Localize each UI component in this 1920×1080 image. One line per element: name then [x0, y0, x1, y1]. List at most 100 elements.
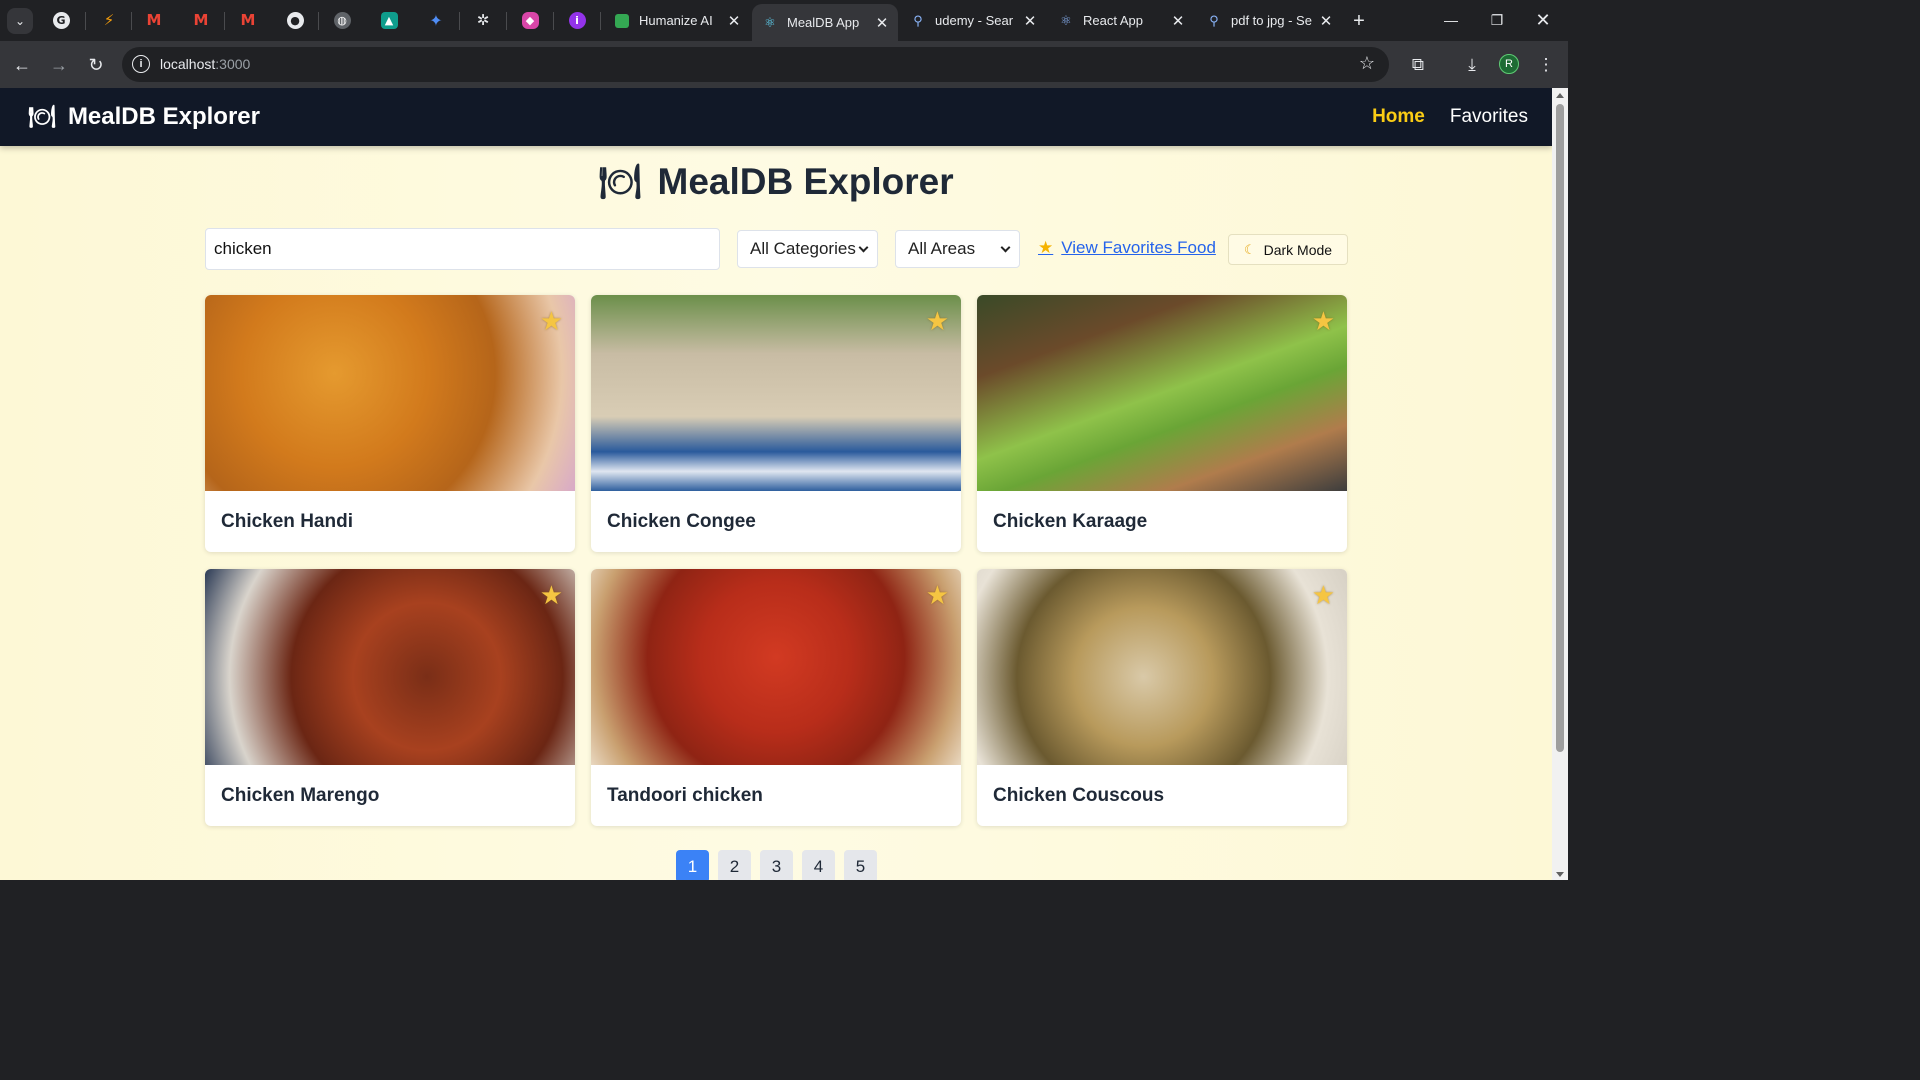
meal-title[interactable]: Chicken Marengo: [221, 785, 379, 807]
bookmark-star-icon[interactable]: ☆: [1359, 53, 1375, 74]
address-bar[interactable]: i localhost:3000 ☆: [122, 47, 1389, 82]
tab-udemy-search[interactable]: ⚲ udemy - Sear ✕: [900, 4, 1046, 37]
favorite-star-icon[interactable]: ★: [1312, 580, 1335, 611]
moon-icon: ☾: [1243, 241, 1256, 257]
tab-separator: [459, 12, 460, 30]
meal-card[interactable]: ★ Chicken Congee: [591, 295, 961, 552]
close-window-icon[interactable]: ✕: [1520, 6, 1566, 34]
pinned-tab-gemini[interactable]: ✦: [425, 9, 447, 31]
flash-icon: ⚡: [103, 11, 115, 29]
tab-humanize-ai[interactable]: Humanize AI ✕: [604, 4, 750, 37]
globe-icon: ◍: [333, 11, 351, 29]
tab-react-app[interactable]: ⚛ React App ✕: [1048, 4, 1194, 37]
view-favorites-link[interactable]: ★ View Favorites Food: [1038, 238, 1216, 258]
view-favorites-label: View Favorites Food: [1061, 238, 1216, 257]
meal-image[interactable]: [591, 295, 961, 491]
back-icon[interactable]: ←: [8, 51, 36, 79]
tab-title: React App: [1083, 13, 1143, 28]
tab-title: pdf to jpg - Se: [1231, 13, 1312, 28]
meal-image[interactable]: [977, 569, 1347, 765]
close-tab-icon[interactable]: ✕: [1316, 11, 1336, 31]
meal-card[interactable]: ★ Chicken Couscous: [977, 569, 1347, 826]
tab-pdf-to-jpg[interactable]: ⚲ pdf to jpg - Se ✕: [1196, 4, 1342, 37]
tab-search-dropdown-icon[interactable]: ⌄: [7, 8, 33, 34]
category-select[interactable]: All Categories: [737, 230, 878, 268]
meal-title[interactable]: Chicken Karaage: [993, 511, 1147, 533]
meal-card[interactable]: ★ Chicken Karaage: [977, 295, 1347, 552]
page-button[interactable]: 5: [844, 850, 877, 882]
restore-icon[interactable]: ❐: [1474, 6, 1520, 34]
favorite-star-icon[interactable]: ★: [1312, 306, 1335, 337]
scroll-up-icon[interactable]: [1556, 93, 1564, 98]
navbar-brand[interactable]: 🍽 MealDB Explorer: [28, 103, 260, 131]
nav-favorites-link[interactable]: Favorites: [1450, 106, 1528, 128]
close-tab-icon[interactable]: ✕: [1168, 11, 1188, 31]
meal-image[interactable]: [591, 569, 961, 765]
pinned-tab-github[interactable]: ●: [284, 9, 306, 31]
plate-icon: 🍽: [28, 104, 56, 129]
page-title-text: MealDB Explorer: [657, 161, 954, 202]
meal-image[interactable]: [205, 569, 575, 765]
dark-mode-button[interactable]: ☾ Dark Mode: [1228, 234, 1348, 265]
favorite-star-icon[interactable]: ★: [540, 580, 563, 611]
pinned-tab-gmail-3[interactable]: M: [237, 9, 259, 31]
meal-title[interactable]: Tandoori chicken: [607, 785, 763, 807]
site-info-icon[interactable]: i: [132, 55, 150, 73]
scroll-down-icon[interactable]: [1556, 872, 1564, 877]
url-port: :3000: [215, 56, 251, 72]
close-tab-icon[interactable]: ✕: [872, 13, 892, 33]
page-button[interactable]: 4: [802, 850, 835, 882]
reload-icon[interactable]: ↻: [82, 51, 110, 79]
brand-title: MealDB Explorer: [67, 103, 260, 130]
favorite-star-icon[interactable]: ★: [926, 306, 949, 337]
meal-title[interactable]: Chicken Handi: [221, 511, 353, 533]
search-icon: ⚲: [1209, 12, 1219, 28]
page-button[interactable]: 1: [676, 850, 709, 882]
page-scrollbar[interactable]: [1552, 88, 1568, 882]
pinned-tab-gmail-1[interactable]: M: [143, 9, 165, 31]
page-button[interactable]: 2: [718, 850, 751, 882]
forward-icon[interactable]: →: [45, 51, 73, 79]
pinned-tab-shield[interactable]: ◆: [519, 9, 541, 31]
tab-separator: [318, 12, 319, 30]
search-input[interactable]: [205, 228, 720, 270]
meal-image[interactable]: [977, 295, 1347, 491]
download-icon[interactable]: ⤓: [1458, 51, 1486, 79]
humanize-icon: [614, 13, 630, 29]
meal-card[interactable]: ★ Chicken Handi: [205, 295, 575, 552]
pinned-tab-globe[interactable]: ◍: [331, 9, 353, 31]
openai-icon: ✲: [476, 11, 490, 29]
scrollbar-thumb[interactable]: [1556, 104, 1564, 752]
plate-icon: 🍽: [598, 163, 642, 201]
close-tab-icon[interactable]: ✕: [724, 11, 744, 31]
tab-mealdb-app[interactable]: ⚛ MealDB App ✕: [752, 4, 898, 41]
meal-card[interactable]: ★ Tandoori chicken: [591, 569, 961, 826]
shield-icon: ◆: [521, 11, 539, 29]
address-url[interactable]: localhost:3000: [160, 56, 250, 72]
favorite-star-icon[interactable]: ★: [926, 580, 949, 611]
graduation-icon: ▲: [380, 11, 398, 29]
meal-title[interactable]: Chicken Couscous: [993, 785, 1164, 807]
extensions-puzzle-icon[interactable]: ⧉: [1404, 51, 1432, 79]
favorite-star-icon[interactable]: ★: [540, 306, 563, 337]
minimize-icon[interactable]: —: [1428, 6, 1474, 34]
tab-separator: [224, 12, 225, 30]
pinned-tab-course[interactable]: ▲: [378, 9, 400, 31]
window-bottom-edge: [0, 880, 1568, 882]
page-button[interactable]: 3: [760, 850, 793, 882]
meal-image[interactable]: [205, 295, 575, 491]
pinned-tab-gmail-2[interactable]: M: [190, 9, 212, 31]
area-select-value: All Areas: [908, 239, 976, 258]
meal-card[interactable]: ★ Chicken Marengo: [205, 569, 575, 826]
pinned-tab-openai[interactable]: ✲: [472, 9, 494, 31]
pinned-tab-chatgpt[interactable]: G: [50, 9, 72, 31]
meal-title[interactable]: Chicken Congee: [607, 511, 756, 533]
new-tab-icon[interactable]: +: [1347, 9, 1371, 33]
browser-menu-icon[interactable]: ⋮: [1532, 51, 1560, 79]
profile-avatar[interactable]: R: [1499, 54, 1519, 74]
area-select[interactable]: All Areas: [895, 230, 1020, 268]
pinned-tab-extension[interactable]: i: [566, 9, 588, 31]
pinned-tab-flash[interactable]: ⚡: [98, 9, 120, 31]
nav-home-link[interactable]: Home: [1372, 106, 1425, 128]
close-tab-icon[interactable]: ✕: [1020, 11, 1040, 31]
